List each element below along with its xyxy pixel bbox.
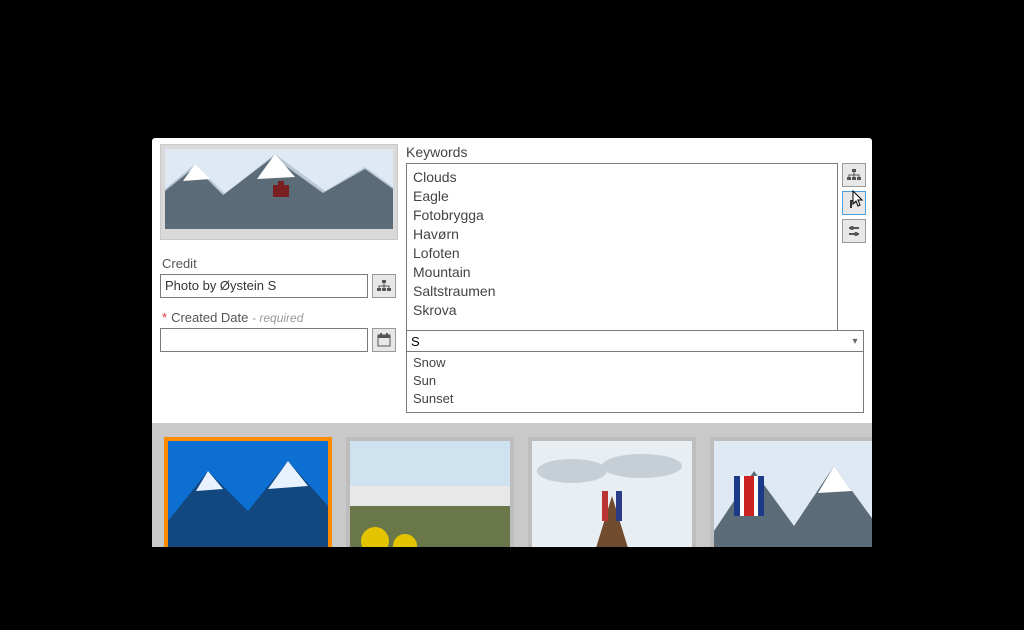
keywords-column: Keywords Clouds Eagle Fotobrygga Havørn … xyxy=(406,144,864,413)
keyword-item[interactable]: Mountain xyxy=(413,263,831,282)
arrow-up-right-icon xyxy=(847,196,861,210)
gallery-tile[interactable] xyxy=(528,437,696,547)
keyword-item[interactable]: Skrova xyxy=(413,301,831,320)
keyword-settings-button[interactable] xyxy=(842,219,866,243)
metadata-panel: Credit xyxy=(152,138,872,547)
chevron-down-icon[interactable]: ▾ xyxy=(847,336,863,347)
keyword-item[interactable]: Fotobrygga xyxy=(413,206,831,225)
preview-thumbnail[interactable] xyxy=(160,144,398,240)
calendar-icon xyxy=(377,333,391,347)
gallery-tile[interactable] xyxy=(346,437,514,547)
created-date-input[interactable] xyxy=(160,328,368,352)
created-date-group: *Created Date - required xyxy=(160,310,396,352)
created-date-label: *Created Date - required xyxy=(162,310,396,325)
sliders-icon xyxy=(847,224,861,238)
credit-label: Credit xyxy=(162,256,396,271)
keyword-input-row: ▾ xyxy=(406,330,864,352)
credit-group: Credit xyxy=(160,256,396,298)
suggestion-item[interactable]: Sunset xyxy=(413,390,857,408)
left-column: Credit xyxy=(160,144,396,352)
suggestion-item[interactable]: Sun xyxy=(413,372,857,390)
keyword-item[interactable]: Eagle xyxy=(413,187,831,206)
keywords-listbox[interactable]: Clouds Eagle Fotobrygga Havørn Lofoten M… xyxy=(406,163,838,331)
credit-input[interactable] xyxy=(160,274,368,298)
gallery-tile-selected[interactable] xyxy=(164,437,332,547)
date-picker-button[interactable] xyxy=(372,328,396,352)
keyword-transfer-button[interactable] xyxy=(842,191,866,215)
keyword-item[interactable]: Havørn xyxy=(413,225,831,244)
keywords-label: Keywords xyxy=(406,144,864,160)
hierarchy-icon xyxy=(377,279,391,293)
keyword-item[interactable]: Clouds xyxy=(413,168,831,187)
keyword-item[interactable]: Saltstraumen xyxy=(413,282,831,301)
keyword-suggestions: Snow Sun Sunset xyxy=(406,352,864,413)
required-star-icon: * xyxy=(162,310,167,325)
keyword-tree-button[interactable] xyxy=(842,163,866,187)
gallery-strip xyxy=(152,423,872,547)
keyword-add-input[interactable] xyxy=(407,332,847,350)
tree-picker-button[interactable] xyxy=(372,274,396,298)
keyword-item[interactable]: Lofoten xyxy=(413,244,831,263)
gallery-tile[interactable] xyxy=(710,437,872,547)
suggestion-item[interactable]: Snow xyxy=(413,354,857,372)
hierarchy-icon xyxy=(847,168,861,182)
mountain-preview-image xyxy=(165,149,393,229)
